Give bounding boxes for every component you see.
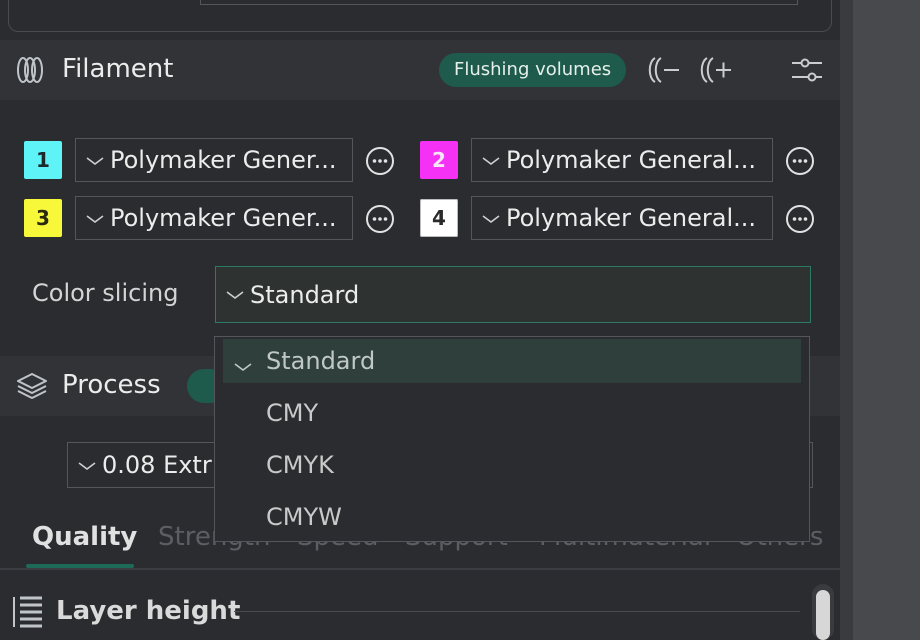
flushing-volumes-button[interactable]: Flushing volumes bbox=[439, 53, 627, 87]
layer-height-title: Layer height bbox=[56, 596, 241, 626]
filament-slot-4-dropdown[interactable]: Polymaker General... bbox=[471, 196, 773, 240]
filament-slot-3-name: Polymaker Gener... bbox=[110, 204, 337, 232]
more-icon[interactable] bbox=[365, 146, 395, 180]
menu-item-standard[interactable]: Standard bbox=[223, 339, 801, 383]
filament-header: Filament Flushing volumes bbox=[0, 40, 840, 100]
chevron-down-icon bbox=[226, 285, 244, 304]
layers-icon bbox=[16, 371, 48, 405]
add-filament-icon[interactable] bbox=[698, 54, 734, 90]
more-icon[interactable] bbox=[365, 204, 395, 238]
filament-slot-1-color[interactable]: 1 bbox=[24, 141, 62, 179]
filament-spool-icon bbox=[16, 55, 46, 89]
process-preset-value: 0.08 Extr bbox=[102, 451, 212, 479]
filament-slot-3-dropdown[interactable]: Polymaker Gener... bbox=[75, 196, 353, 240]
filament-slot-4-name: Polymaker General... bbox=[506, 204, 757, 232]
layer-height-icon bbox=[12, 594, 44, 634]
chevron-down-icon bbox=[86, 151, 104, 170]
menu-item-cmy[interactable]: CMY bbox=[223, 391, 801, 435]
chevron-down-icon bbox=[86, 209, 104, 228]
menu-item-cmyk[interactable]: CMYK bbox=[223, 443, 801, 487]
menu-item-label: CMY bbox=[266, 399, 319, 427]
filament-slot-2-name: Polymaker General... bbox=[506, 146, 757, 174]
filament-slot-1-name: Polymaker Gener... bbox=[110, 146, 337, 174]
menu-item-label: CMYW bbox=[266, 503, 342, 531]
filament-slot-2-color[interactable]: 2 bbox=[420, 141, 458, 179]
menu-item-label: Standard bbox=[266, 347, 376, 375]
color-slicing-dropdown[interactable]: Standard bbox=[215, 266, 811, 323]
filament-slot-2-dropdown[interactable]: Polymaker General... bbox=[471, 138, 773, 182]
chevron-down-icon bbox=[482, 151, 500, 170]
more-icon[interactable] bbox=[785, 204, 815, 238]
process-title: Process bbox=[62, 370, 161, 400]
tabs-divider bbox=[0, 568, 840, 570]
filament-slot-1-dropdown[interactable]: Polymaker Gener... bbox=[75, 138, 353, 182]
filament-settings-icon[interactable] bbox=[790, 54, 824, 90]
tab-quality[interactable]: Quality bbox=[32, 522, 137, 552]
more-icon[interactable] bbox=[785, 146, 815, 180]
chevron-down-icon bbox=[482, 209, 500, 228]
scrollbar-thumb[interactable] bbox=[816, 590, 830, 640]
chevron-down-icon bbox=[78, 456, 96, 475]
remove-filament-icon[interactable] bbox=[646, 54, 682, 90]
color-slicing-label: Color slicing bbox=[32, 279, 179, 307]
section-divider bbox=[234, 611, 800, 612]
filament-slot-3-color[interactable]: 3 bbox=[24, 199, 62, 237]
filament-title: Filament bbox=[62, 54, 174, 84]
color-slicing-value: Standard bbox=[250, 280, 360, 309]
printer-field[interactable] bbox=[200, 0, 798, 5]
filament-slot-4-color[interactable]: 4 bbox=[420, 199, 458, 237]
color-slicing-menu: Standard CMY CMYK CMYW bbox=[214, 336, 810, 542]
check-icon bbox=[233, 351, 253, 379]
menu-item-cmyw[interactable]: CMYW bbox=[223, 495, 801, 539]
panel-edge bbox=[840, 0, 853, 640]
menu-item-label: CMYK bbox=[266, 451, 334, 479]
